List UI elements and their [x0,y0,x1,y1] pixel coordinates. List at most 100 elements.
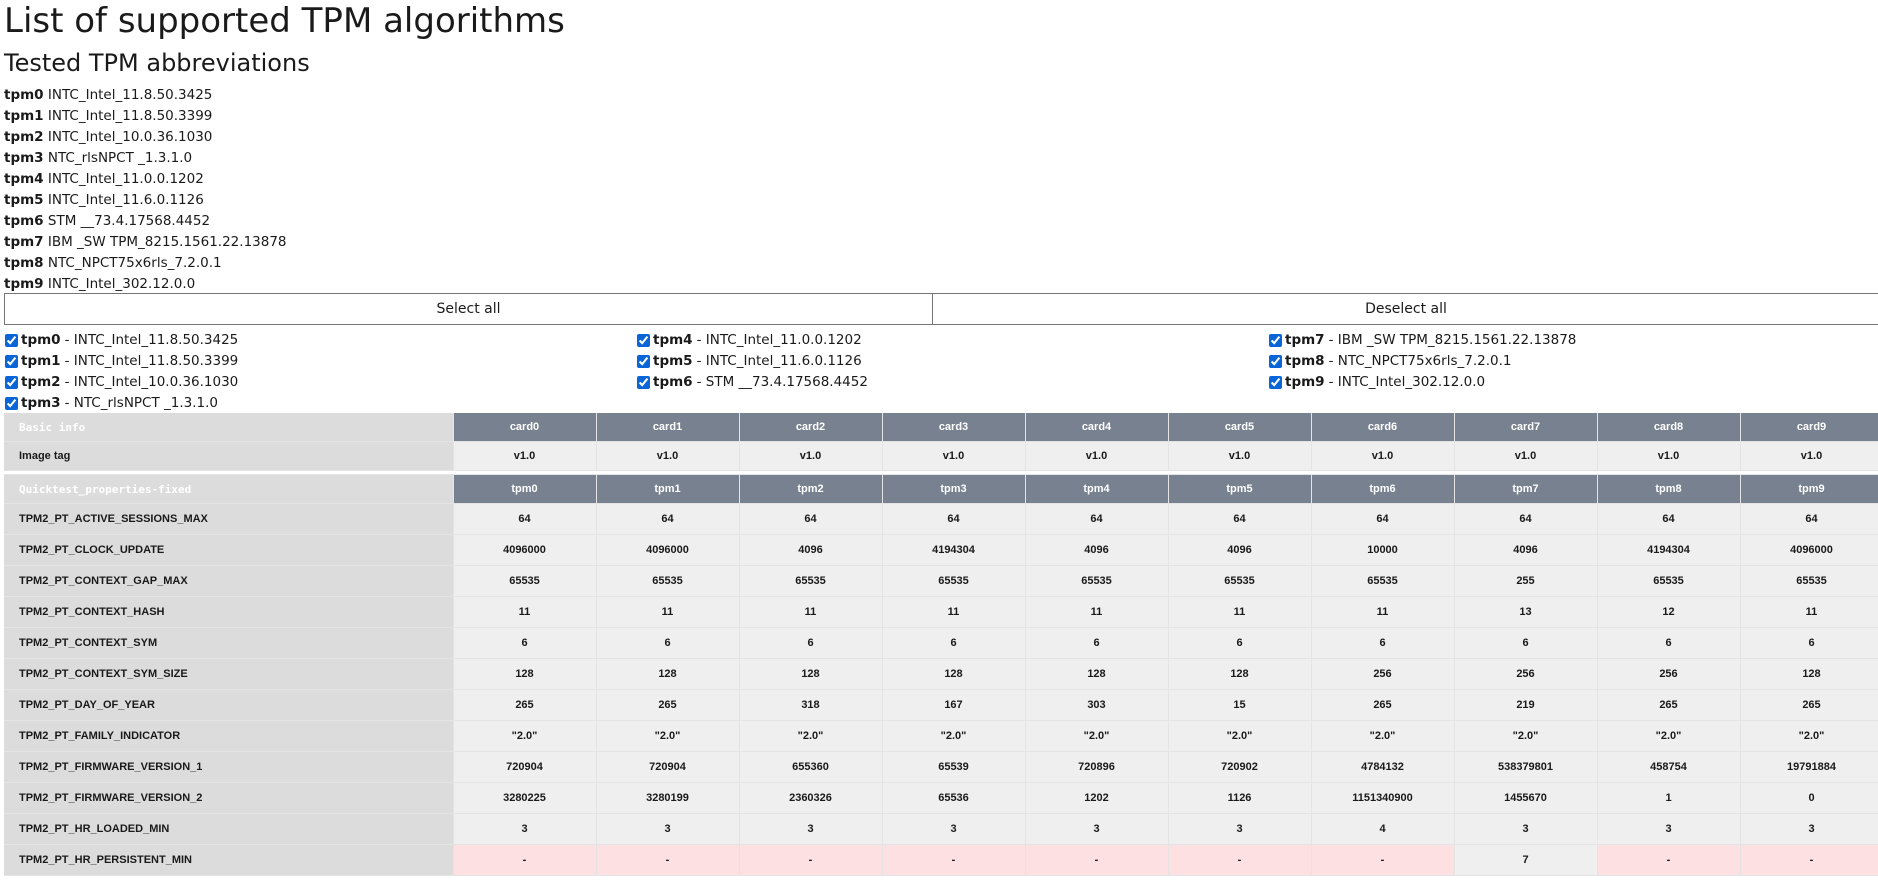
tpm-checkbox-item[interactable]: tpm4- INTC_Intel_11.0.0.1202 [636,330,868,351]
property-value-cell: 720896 [1025,751,1169,783]
select-all-button[interactable]: Select all [4,293,933,325]
property-value-cell: "2.0" [1168,720,1312,752]
abbreviation-name: INTC_Intel_11.8.50.3399 [47,108,213,124]
property-name: TPM2_PT_FAMILY_INDICATOR [4,720,454,752]
property-value-cell: 65535 [453,565,597,597]
property-value-cell: 128 [739,658,883,690]
property-value-cell: - [453,844,597,876]
property-name: TPM2_PT_CONTEXT_SYM [4,627,454,659]
property-value-cell: 64 [1740,503,1878,535]
abbreviation-id: tpm6 [4,213,44,229]
property-value-cell: 64 [1311,503,1455,535]
tpm-checkbox[interactable] [1269,376,1282,389]
card-header-cell: card9 [1740,413,1878,442]
tpm-checkbox-name: STM __73.4.17568.4452 [705,374,868,390]
tpm-checkbox[interactable] [5,376,18,389]
tpm-checkbox[interactable] [637,376,650,389]
property-value-cell: 4096000 [596,534,740,566]
property-row: TPM2_PT_FIRMWARE_VERSION_1 720904 720904 65… [4,751,1878,783]
tpm-checkbox[interactable] [5,355,18,368]
property-value-cell: - [1740,844,1878,876]
property-value-cell: 3280225 [453,782,597,814]
abbreviation-item: tpm9 INTC_Intel_302.12.0.0 [4,274,287,295]
tpm-checkbox[interactable] [5,334,18,347]
tpm-header-cell: tpm5 [1168,474,1312,504]
property-value-cell: 11 [1168,596,1312,628]
property-value-cell: 128 [882,658,1026,690]
tpm-checkbox[interactable] [637,355,650,368]
tpm-checkbox-id: tpm7 [1285,332,1325,348]
property-value-cell: "2.0" [596,720,740,752]
property-name: TPM2_PT_HR_LOADED_MIN [4,813,454,845]
deselect-all-button[interactable]: Deselect all [932,293,1878,325]
tpm-checkbox-item[interactable]: tpm1- INTC_Intel_11.8.50.3399 [4,351,238,372]
tpm-checkbox-item[interactable]: tpm5- INTC_Intel_11.6.0.1126 [636,351,868,372]
tpm-checkbox[interactable] [1269,334,1282,347]
property-value-cell: 3 [882,813,1026,845]
property-name: TPM2_PT_HR_PERSISTENT_MIN [4,844,454,876]
tpm-checkbox-separator: - [64,332,74,348]
basic-info-header: Basic info [4,413,454,442]
property-value-cell: 64 [882,503,1026,535]
tpm-checkbox[interactable] [1269,355,1282,368]
image-tag-cell: v1.0 [596,441,740,471]
tpm-checkbox-name: INTC_Intel_302.12.0.0 [1337,374,1486,390]
abbreviation-name: INTC_Intel_11.0.0.1202 [47,171,204,187]
tpm-checkbox-item[interactable]: tpm9- INTC_Intel_302.12.0.0 [1268,372,1576,393]
tpm-checkbox-item[interactable]: tpm0- INTC_Intel_11.8.50.3425 [4,330,238,351]
abbreviation-id: tpm1 [4,108,44,124]
tpm-checkbox-separator: - [1328,332,1338,348]
quicktest-section-header-row: Quicktest_properties-fixed tpm0 tpm1 tpm2 tp… [4,474,1878,504]
property-value-cell: - [739,844,883,876]
property-value-cell: 6 [882,627,1026,659]
tpm-header-cell: tpm2 [739,474,883,504]
abbreviation-id: tpm0 [4,87,44,103]
tpm-checkbox-item[interactable]: tpm2- INTC_Intel_10.0.36.1030 [4,372,238,393]
tpm-checkbox-id: tpm1 [21,353,61,369]
property-value-cell: 2360326 [739,782,883,814]
tpm-checkbox-separator: - [1328,353,1338,369]
basic-info-header-row: Basic info card0 card1 card2 card3 card4 card5… [4,413,1878,442]
image-tag-cell: v1.0 [1311,441,1455,471]
image-tag-cell: v1.0 [882,441,1026,471]
tpm-checkbox-item[interactable]: tpm6- STM __73.4.17568.4452 [636,372,868,393]
card-header-cell: card7 [1454,413,1598,442]
tpm-checkbox-item[interactable]: tpm7- IBM _SW TPM_8215.1561.22.13878 [1268,330,1576,351]
property-value-cell: 6 [1025,627,1169,659]
property-value-cell: 65535 [596,565,740,597]
abbreviation-item: tpm2 INTC_Intel_10.0.36.1030 [4,127,287,148]
property-name: TPM2_PT_FIRMWARE_VERSION_2 [4,782,454,814]
property-value-cell: 128 [1025,658,1169,690]
property-value-cell: 720902 [1168,751,1312,783]
property-value-cell: 128 [596,658,740,690]
property-value-cell: "2.0" [453,720,597,752]
tpm-checkbox-id: tpm3 [21,395,61,411]
tpm-checkbox-name: INTC_Intel_11.0.0.1202 [705,332,862,348]
abbreviation-item: tpm3 NTC_rlsNPCT _1.3.1.0 [4,148,287,169]
property-value-cell: 6 [1311,627,1455,659]
abbreviation-id: tpm7 [4,234,44,250]
property-value-cell: 64 [1454,503,1598,535]
tpm-checkbox-item[interactable]: tpm8- NTC_NPCT75x6rls_7.2.0.1 [1268,351,1576,372]
abbreviation-item: tpm4 INTC_Intel_11.0.0.1202 [4,169,287,190]
property-value-cell: 4096 [1168,534,1312,566]
tpm-checkbox-item[interactable]: tpm3- NTC_rlsNPCT _1.3.1.0 [4,393,238,414]
tpm-checkbox-separator: - [696,332,706,348]
tpm-checkbox[interactable] [637,334,650,347]
property-value-cell: 6 [739,627,883,659]
tpm-checkbox[interactable] [5,397,18,410]
property-value-cell: 303 [1025,689,1169,721]
property-value-cell: 64 [739,503,883,535]
property-value-cell: "2.0" [1454,720,1598,752]
property-row: TPM2_PT_CONTEXT_HASH 11 11 11 11 11 11 11 13 12 11 [4,596,1878,628]
property-value-cell: - [596,844,740,876]
property-value-cell: 3 [1168,813,1312,845]
property-value-cell: 15 [1168,689,1312,721]
selection-button-bar: Select all Deselect all [4,293,1878,327]
property-value-cell: 3 [1454,813,1598,845]
property-row: TPM2_PT_CLOCK_UPDATE 4096000 4096000 4096 41… [4,534,1878,566]
tpm-checkbox-id: tpm9 [1285,374,1325,390]
abbreviation-name: INTC_Intel_11.8.50.3425 [47,87,213,103]
abbreviation-item: tpm7 IBM _SW TPM_8215.1561.22.13878 [4,232,287,253]
property-value-cell: 1 [1597,782,1741,814]
